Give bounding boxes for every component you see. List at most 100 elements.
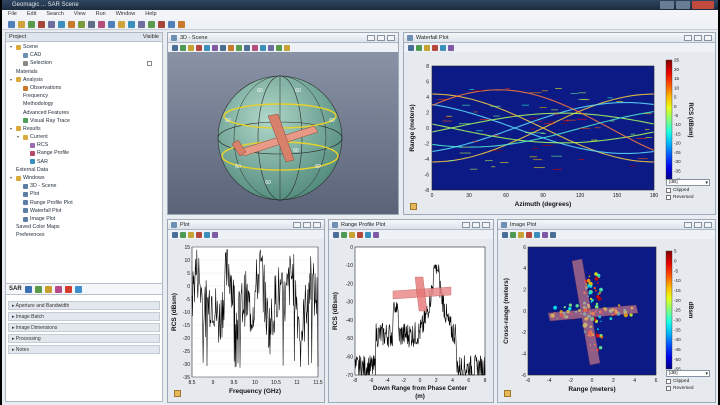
- menu-edit[interactable]: Edit: [27, 10, 36, 19]
- waterfall-reversed-checkbox[interactable]: [666, 195, 671, 200]
- toolbar-icon-17[interactable]: [168, 20, 175, 28]
- waterfall-close-button[interactable]: [704, 35, 712, 41]
- tree-item-3d-scene[interactable]: 3D - Scene: [8, 182, 160, 190]
- plot-close-button[interactable]: [313, 222, 321, 228]
- scene-tool-icon-5[interactable]: [204, 44, 210, 51]
- tree-item-visual-ray-trace[interactable]: Visual Ray Trace: [8, 117, 160, 125]
- waterfall-tool-icon-6[interactable]: [448, 44, 454, 51]
- tree-item-current[interactable]: ▾ Current: [8, 133, 160, 141]
- scene-tool-icon-9[interactable]: [236, 44, 242, 51]
- tree-item-preferences[interactable]: Preferences: [8, 231, 160, 239]
- close-button[interactable]: [692, 1, 714, 9]
- waterfall-export-icon[interactable]: [410, 203, 417, 210]
- image-scale-select[interactable]: [dB]: [666, 370, 710, 377]
- sar-view-icon[interactable]: [54, 285, 62, 293]
- scene-viewport[interactable]: 60 60 60 60 60 60 60 60: [168, 52, 398, 214]
- expand-arrow-icon[interactable]: ▾: [10, 174, 14, 182]
- plot-export-icon[interactable]: [174, 390, 181, 397]
- scene-minimize-button[interactable]: [367, 35, 375, 41]
- scene-tool-icon-4[interactable]: [196, 44, 202, 51]
- image-plot-close-button[interactable]: [704, 222, 712, 228]
- expand-arrow-icon[interactable]: ▾: [17, 133, 21, 141]
- scene-tool-icon-12[interactable]: [260, 44, 266, 51]
- tree-item-saved-color-maps[interactable]: Saved Color Maps: [8, 223, 160, 231]
- plot-tool-icon-3[interactable]: [188, 231, 194, 238]
- tree-item-sar[interactable]: SAR: [8, 158, 160, 166]
- waterfall-tool-icon-5[interactable]: [440, 44, 446, 51]
- expand-arrow-icon[interactable]: ▾: [10, 43, 14, 51]
- range-profile-close-button[interactable]: [482, 222, 490, 228]
- waterfall-tool-icon-1[interactable]: [408, 44, 414, 51]
- scene-tool-icon-6[interactable]: [212, 44, 218, 51]
- toolbar-icon-1[interactable]: [8, 20, 15, 28]
- menu-view[interactable]: View: [74, 10, 86, 19]
- scene-tool-icon-14[interactable]: [276, 44, 282, 51]
- image-plot-tool-icon-1[interactable]: [502, 231, 508, 238]
- toolbar-icon-5[interactable]: [48, 20, 55, 28]
- image-plot-maximize-button[interactable]: [694, 222, 702, 228]
- tree-item-rcs[interactable]: RCS: [8, 141, 160, 149]
- waterfall-tool-icon-2[interactable]: [416, 44, 422, 51]
- toolbar-icon-18[interactable]: [178, 20, 185, 28]
- minimize-button[interactable]: [660, 1, 674, 9]
- scene-tool-icon-10[interactable]: [244, 44, 250, 51]
- sar-run-icon[interactable]: [34, 285, 42, 293]
- sar-settings-icon[interactable]: [24, 285, 32, 293]
- menu-help[interactable]: Help: [145, 10, 156, 19]
- expand-arrow-icon[interactable]: ▾: [10, 125, 14, 133]
- toolbar-icon-3[interactable]: [28, 20, 35, 28]
- waterfall-scale-select[interactable]: [dB]: [666, 179, 710, 186]
- image-plot-tool-icon-4[interactable]: [526, 231, 532, 238]
- scene-tool-icon-8[interactable]: [228, 44, 234, 51]
- toolbar-icon-13[interactable]: [128, 20, 135, 28]
- scene-tool-icon-15[interactable]: [284, 44, 290, 51]
- section-image-batch[interactable]: ▸ Image Batch: [8, 312, 160, 321]
- toolbar-icon-4[interactable]: [38, 20, 45, 28]
- menu-file[interactable]: File: [8, 10, 17, 19]
- menu-search[interactable]: Search: [46, 10, 63, 19]
- plot-tool-icon-4[interactable]: [196, 231, 202, 238]
- image-clipped-checkbox[interactable]: [666, 379, 671, 384]
- scene-tool-icon-13[interactable]: [268, 44, 274, 51]
- scene-tool-icon-7[interactable]: [220, 44, 226, 51]
- waterfall-tool-icon-4[interactable]: [432, 44, 438, 51]
- tree-item-plot[interactable]: Plot: [8, 190, 160, 198]
- toolbar-icon-8[interactable]: [78, 20, 85, 28]
- waterfall-maximize-button[interactable]: [694, 35, 702, 41]
- plot-maximize-button[interactable]: [303, 222, 311, 228]
- scene-maximize-button[interactable]: [377, 35, 385, 41]
- waterfall-minimize-button[interactable]: [684, 35, 692, 41]
- image-plot-minimize-button[interactable]: [684, 222, 692, 228]
- menu-window[interactable]: Window: [116, 10, 136, 19]
- image-plot-tool-icon-7[interactable]: [550, 231, 556, 238]
- tree-item-analysis[interactable]: ▾ Analysis: [8, 76, 160, 84]
- scene-tool-icon-1[interactable]: [172, 44, 178, 51]
- waterfall-tool-icon-3[interactable]: [424, 44, 430, 51]
- image-reversed-checkbox[interactable]: [666, 386, 671, 391]
- tree-item-materials[interactable]: Materials: [8, 68, 160, 76]
- sar-help-icon[interactable]: [74, 285, 82, 293]
- image-plot-export-icon[interactable]: [504, 390, 511, 397]
- range-profile-tool-icon-1[interactable]: [333, 231, 339, 238]
- plot-tool-icon-2[interactable]: [180, 231, 186, 238]
- range-profile-tool-icon-3[interactable]: [349, 231, 355, 238]
- toolbar-icon-2[interactable]: [18, 20, 25, 28]
- tree-item-advanced-features[interactable]: Advanced Features: [8, 109, 160, 117]
- toolbar-icon-10[interactable]: [98, 20, 105, 28]
- toolbar-icon-16[interactable]: [158, 20, 165, 28]
- scene-tool-icon-2[interactable]: [180, 44, 186, 51]
- tree-item-selection[interactable]: Selection: [8, 59, 160, 67]
- rcs-frequency-chart[interactable]: 8.5 9 9.5 10 10.5 11 11.5 15 10 5 0 -5 -10 -15 -20 -25 -…: [168, 239, 324, 402]
- range-profile-tool-icon-2[interactable]: [341, 231, 347, 238]
- tree-item-frequency[interactable]: Frequency: [8, 92, 160, 100]
- tree-item-methodology[interactable]: Methodology: [8, 100, 160, 108]
- scene-tool-icon-11[interactable]: [252, 44, 258, 51]
- tree-item-observations[interactable]: Observations: [8, 84, 160, 92]
- scene-tool-icon-3[interactable]: [188, 44, 194, 51]
- toolbar-icon-9[interactable]: [88, 20, 95, 28]
- tree-item-range-profile[interactable]: Range Profile: [8, 149, 160, 157]
- toolbar-icon-15[interactable]: [148, 20, 155, 28]
- tree-item-scene[interactable]: ▾ Scene: [8, 43, 160, 51]
- toolbar-icon-12[interactable]: [118, 20, 125, 28]
- maximize-button[interactable]: [676, 1, 690, 9]
